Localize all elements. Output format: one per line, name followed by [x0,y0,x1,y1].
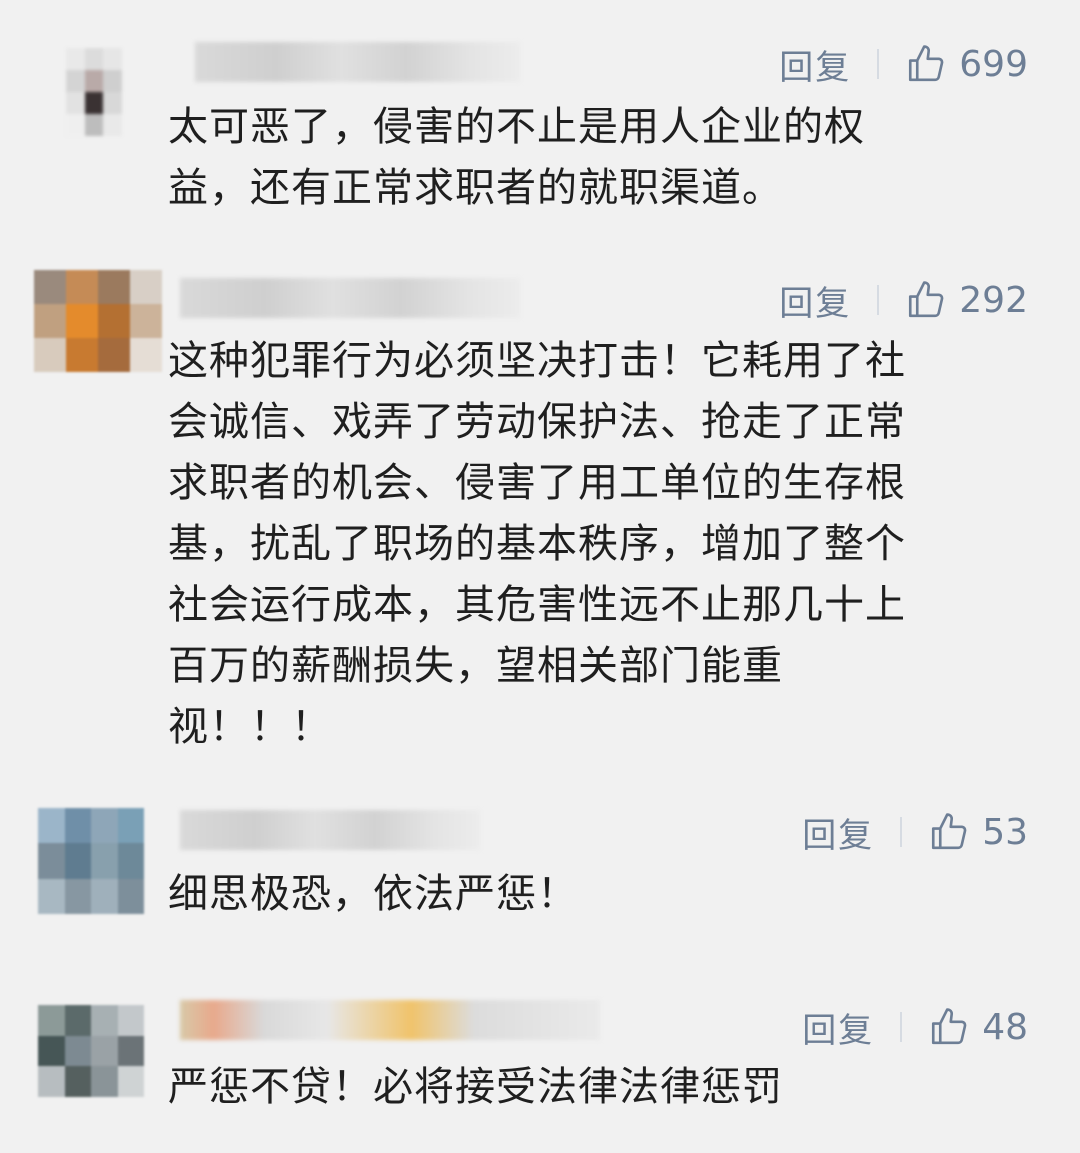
comment-line: 求职者的机会、侵害了用工单位的生存根 [168,460,906,506]
comment-line: 社会运行成本，其危害性远不止那几十上 [168,582,906,628]
comment-actions: 回复 53 [802,811,1028,856]
username-blurred[interactable] [180,810,480,850]
avatar[interactable] [38,808,144,914]
username-blurred[interactable] [180,1000,600,1040]
comment-text: 细思极恐，依法严惩！ [168,864,1028,925]
comment-line: 这种犯罪行为必须坚决打击！它耗用了社 [168,338,906,384]
divider [900,1012,903,1042]
thumbs-up-icon [909,281,944,318]
avatar[interactable] [34,270,162,372]
avatar[interactable] [66,48,122,136]
divider [877,285,880,315]
comment-line: 视！！！ [168,704,332,750]
username-blurred[interactable] [195,42,520,82]
username-blurred[interactable] [180,278,520,318]
comment-text: 太可恶了，侵害的不止是用人企业的权 益，还有正常求职者的就职渠道。 [168,97,1028,219]
divider [877,49,880,79]
comment-line: 会诚信、戏弄了劳动保护法、抢走了正常 [168,399,906,445]
like-count: 48 [982,1006,1028,1048]
like-button[interactable]: 53 [928,811,1028,853]
comment-line: 百万的薪酬损失，望相关部门能重 [168,643,783,689]
reply-button[interactable]: 回复 [802,808,874,857]
thumbs-up-icon [932,813,967,850]
like-button[interactable]: 699 [905,43,1028,85]
comment-line: 益，还有正常求职者的就职渠道。 [168,165,783,211]
thumbs-up-icon [932,1008,967,1045]
like-button[interactable]: 292 [905,279,1028,321]
comment-text: 这种犯罪行为必须坚决打击！它耗用了社 会诚信、戏弄了劳动保护法、抢走了正常 求职… [168,331,1028,758]
comment-actions: 回复 48 [802,1006,1028,1051]
comment-text: 严惩不贷！必将接受法律法律惩罚 [168,1057,1028,1118]
comment-line: 严惩不贷！必将接受法律法律惩罚 [168,1064,783,1110]
like-count: 292 [959,279,1028,321]
reply-button[interactable]: 回复 [779,276,851,325]
comment-line: 细思极恐，依法严惩！ [168,871,578,917]
thumbs-up-icon [909,45,944,82]
comment-actions: 回复 699 [779,43,1028,88]
divider [900,817,903,847]
reply-button[interactable]: 回复 [779,40,851,89]
comment-line: 基，扰乱了职场的基本秩序，增加了整个 [168,521,906,567]
comment-actions: 回复 292 [779,279,1028,324]
reply-button[interactable]: 回复 [802,1003,874,1052]
like-button[interactable]: 48 [928,1006,1028,1048]
comment-line: 太可恶了，侵害的不止是用人企业的权 [168,104,865,150]
avatar[interactable] [38,1005,144,1097]
like-count: 53 [982,811,1028,853]
like-count: 699 [959,43,1028,85]
